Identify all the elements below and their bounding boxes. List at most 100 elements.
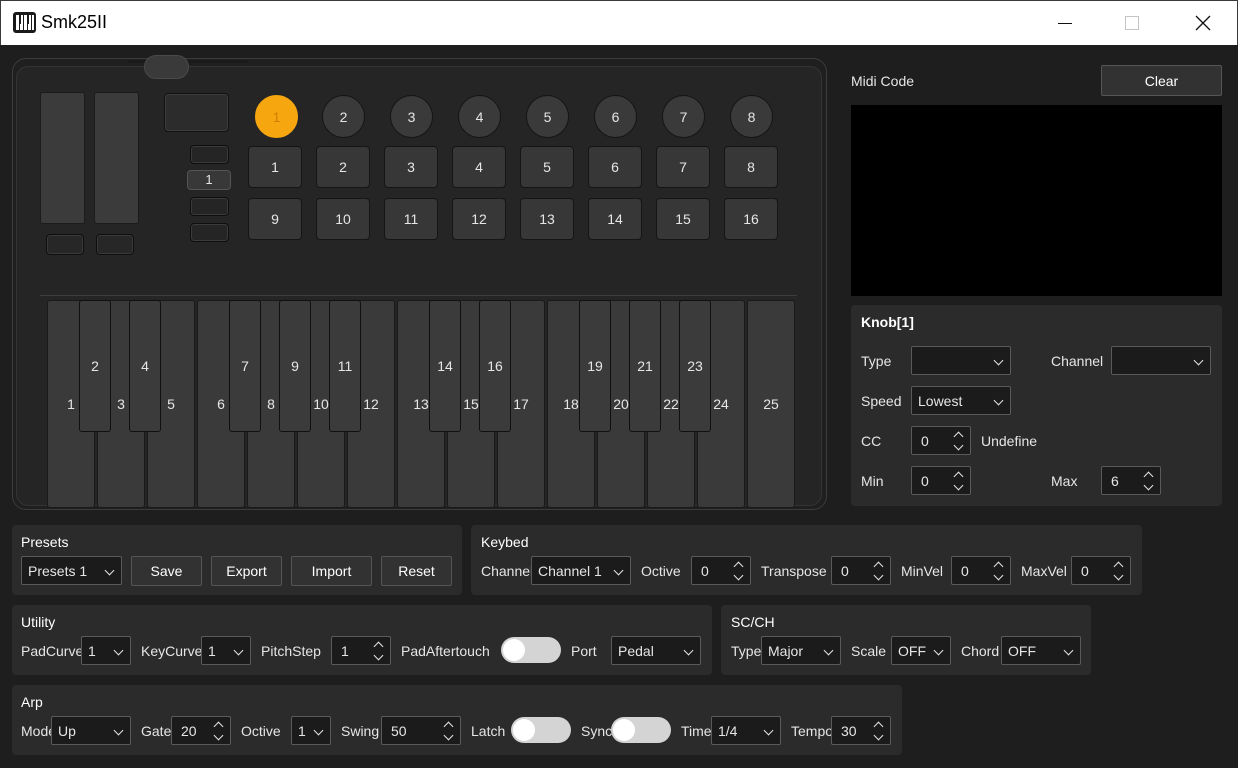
black-key-14[interactable]: 14 [429,300,461,432]
window-title: Smk25II [41,12,108,32]
chevron-down-icon[interactable] [873,570,884,581]
knob-8[interactable]: 8 [730,95,773,138]
arp-time-select[interactable]: 1/4 [711,716,781,745]
knob-2[interactable]: 2 [322,95,365,138]
chevron-down-icon[interactable] [213,730,224,741]
close-button[interactable] [1180,1,1226,45]
arp-latch-toggle[interactable] [511,717,571,743]
mod-wheel[interactable] [94,92,139,224]
knob-max-spinbox[interactable]: 6 [1101,466,1161,495]
keybed-maxvel-spinbox[interactable]: 0 [1071,556,1131,585]
knob-speed-select[interactable]: Lowest [911,386,1011,415]
chevron-down-icon[interactable] [953,440,964,451]
black-key-11[interactable]: 11 [329,300,361,432]
knob-type-select[interactable] [911,346,1011,375]
knob-1[interactable]: 1 [255,95,298,138]
padcurve-select[interactable]: 1 [81,636,131,665]
chord-select[interactable]: OFF [1001,636,1081,665]
arp-time-label: Time [681,723,712,739]
pad-3[interactable]: 3 [384,146,438,188]
pad-10[interactable]: 10 [316,198,370,240]
keybed-channel-select[interactable]: Channel 1 [531,556,631,585]
knob-4[interactable]: 4 [458,95,501,138]
pad-5[interactable]: 5 [520,146,574,188]
knob-6[interactable]: 6 [594,95,637,138]
scch-type-select[interactable]: Major [761,636,841,665]
pad-11[interactable]: 11 [384,198,438,240]
pitch-wheel-button[interactable] [46,234,84,255]
chevron-down-icon[interactable] [443,730,454,741]
pitchstep-spinbox[interactable]: 1 [331,636,391,665]
volume-knob[interactable] [144,55,189,79]
keybed-transpose-spinbox[interactable]: 0 [831,556,891,585]
pad-15[interactable]: 15 [656,198,710,240]
save-button[interactable]: Save [131,556,202,586]
keycurve-select[interactable]: 1 [201,636,251,665]
mod-wheel-button[interactable] [96,234,134,255]
chevron-down-icon[interactable] [993,570,1004,581]
arp-octive-select[interactable]: 1 [291,716,331,745]
knob-5[interactable]: 5 [526,95,569,138]
presets-select[interactable]: Presets 1 [21,556,122,585]
keybed-minvel-spinbox[interactable]: 0 [951,556,1011,585]
reset-button[interactable]: Reset [381,556,452,586]
keycurve-label: KeyCurve [141,643,203,659]
pad-8[interactable]: 8 [724,146,778,188]
black-key-23[interactable]: 23 [679,300,711,432]
knob-3[interactable]: 3 [390,95,433,138]
white-key-25[interactable]: 25 [747,300,795,508]
chevron-down-icon [313,725,324,736]
export-button[interactable]: Export [211,556,282,586]
pad-16[interactable]: 16 [724,198,778,240]
knob-7[interactable]: 7 [662,95,705,138]
pad-6[interactable]: 6 [588,146,642,188]
octave-display[interactable]: 1 [187,170,231,190]
knob-cc-spinbox[interactable]: 0 [911,426,971,455]
chevron-down-icon[interactable] [1113,570,1124,581]
knob-settings-panel [851,305,1222,506]
pad-13[interactable]: 13 [520,198,574,240]
clear-button[interactable]: Clear [1101,65,1222,96]
black-key-19[interactable]: 19 [579,300,611,432]
keybed-octive-value: 0 [701,562,709,579]
arp-tempo-spinbox[interactable]: 30 [831,716,891,745]
port-value: Pedal [618,642,654,659]
chevron-down-icon[interactable] [373,650,384,661]
import-button[interactable]: Import [291,556,372,586]
black-key-21[interactable]: 21 [629,300,661,432]
arp-sync-toggle[interactable] [611,717,671,743]
pad-4[interactable]: 4 [452,146,506,188]
black-key-16[interactable]: 16 [479,300,511,432]
octave-up-button[interactable] [190,145,229,164]
chevron-down-icon[interactable] [953,480,964,491]
chevron-down-icon[interactable] [1143,480,1154,491]
maximize-button[interactable] [1109,1,1155,45]
pad-12[interactable]: 12 [452,198,506,240]
port-select[interactable]: Pedal [611,636,701,665]
black-key-9[interactable]: 9 [279,300,311,432]
pad-2[interactable]: 2 [316,146,370,188]
pad-14[interactable]: 14 [588,198,642,240]
minimize-icon [1058,22,1072,24]
knob-channel-select[interactable] [1111,346,1211,375]
black-key-7[interactable]: 7 [229,300,261,432]
scale-select[interactable]: OFF [891,636,951,665]
black-key-2[interactable]: 2 [79,300,111,432]
function-button-1[interactable] [190,197,229,216]
function-button-2[interactable] [190,223,229,242]
pitch-wheel[interactable] [40,92,85,224]
chevron-down-icon[interactable] [873,730,884,741]
chevron-down-icon[interactable] [733,570,744,581]
pad-1[interactable]: 1 [248,146,302,188]
padaftertouch-toggle[interactable] [501,637,561,663]
keybed-octive-spinbox[interactable]: 0 [691,556,751,585]
minimize-button[interactable] [1042,1,1088,45]
arp-swing-spinbox[interactable]: 50 [381,716,461,745]
arp-gate-spinbox[interactable]: 20 [171,716,231,745]
knob-min-spinbox[interactable]: 0 [911,466,971,495]
arp-mode-select[interactable]: Up [51,716,131,745]
pad-7[interactable]: 7 [656,146,710,188]
black-key-4[interactable]: 4 [129,300,161,432]
pad-9[interactable]: 9 [248,198,302,240]
arp-gate-label: Gate [141,723,172,739]
